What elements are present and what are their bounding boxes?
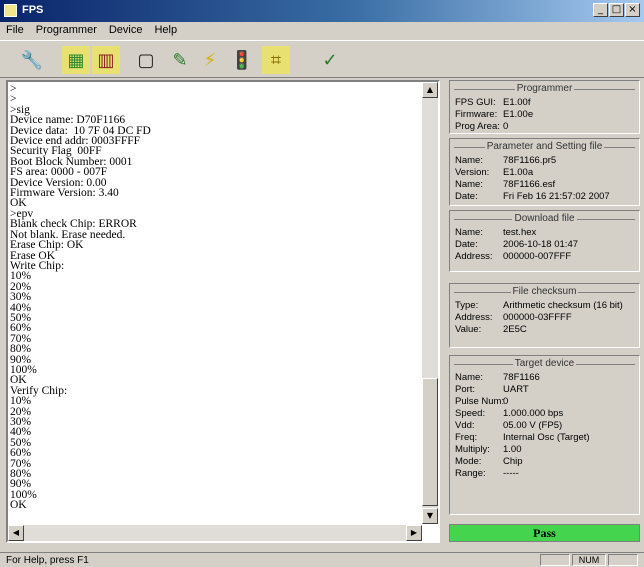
blank-check-icon[interactable]: ▢ — [132, 46, 160, 74]
target-freq-label: Freq: — [455, 432, 478, 443]
target-vdd-value: 05.00 V (FP5) — [503, 420, 563, 431]
console-panel: > > >sig Device name: D70F1166 Device da… — [6, 80, 440, 543]
programmer-panel: Programmer FPS GUI: E1.00f Firmware: E1.00… — [449, 80, 640, 134]
target-mode-value: Chip — [503, 456, 523, 467]
firmware-label: Firmware: — [455, 109, 498, 120]
menu-bar: File Programmer Device Help — [0, 22, 644, 40]
setting-name-label: Name: — [455, 179, 483, 190]
menu-device[interactable]: Device — [103, 22, 149, 40]
scroll-left-icon[interactable]: ◀ — [8, 525, 24, 541]
prog-area-label: Prog Area: — [455, 121, 500, 132]
scroll-right-icon[interactable]: ▶ — [406, 525, 422, 541]
download-address-label: Address: — [455, 251, 493, 262]
target-port-label: Port: — [455, 384, 476, 395]
checksum-address-label: Address: — [455, 312, 493, 323]
param-name-label: Name: — [455, 155, 483, 166]
title-bar: FPS _ □ × — [0, 0, 644, 22]
download-date-value: 2006-10-18 01:47 — [503, 239, 579, 250]
traffic-light-icon[interactable]: 🚦 — [228, 46, 256, 74]
window-title: FPS — [22, 4, 44, 16]
prog-area-value: 0 — [503, 121, 509, 132]
chip-icon[interactable]: ▦ — [62, 46, 90, 74]
result-status-bar: Pass — [449, 524, 640, 542]
status-bar: For Help, press F1 NUM — [0, 552, 644, 567]
program-pen-icon[interactable]: ✎ — [166, 46, 194, 74]
target-speed-value: 1.000.000 bps — [503, 408, 564, 419]
checksum-value-value: 2E5C — [503, 324, 527, 335]
target-speed-label: Speed: — [455, 408, 486, 419]
setting-name-value: 78F1166.esf — [503, 179, 556, 190]
target-title: Target device — [512, 358, 577, 369]
download-panel: Download file Name: test.hex Date: 2006-10… — [449, 210, 640, 272]
scroll-down-icon[interactable]: ▼ — [422, 508, 438, 524]
toolbar: 🔧 ▦ ▥ ▢ ✎ ⚡ 🚦 ⌗ ✓ — [0, 40, 644, 78]
target-range-label: Range: — [455, 468, 486, 479]
checksum-title: File checksum — [510, 286, 579, 297]
programmer-title: Programmer — [514, 83, 575, 94]
target-freq-value: Internal Osc (Target) — [503, 432, 590, 443]
target-range-value: ----- — [503, 468, 519, 479]
verify-icon[interactable]: ✓ — [316, 46, 344, 74]
lightning-icon[interactable]: ⚡ — [196, 46, 224, 74]
param-name-value: 78F1166.pr5 — [503, 155, 557, 166]
download-title: Download file — [512, 213, 577, 224]
firmware-value: E1.00e — [503, 109, 534, 120]
param-date-label: Date: — [455, 191, 478, 202]
target-name-value: 78F1166 — [503, 372, 540, 383]
target-vdd-label: Vdd: — [455, 420, 475, 431]
target-multiply-label: Multiply: — [455, 444, 490, 455]
status-text: For Help, press F1 — [6, 555, 89, 566]
checksum-type-value: Arithmetic checksum (16 bit) — [503, 300, 623, 311]
checksum-value-label: Value: — [455, 324, 482, 335]
app-icon — [4, 4, 17, 17]
param-version-label: Version: — [455, 167, 490, 178]
scroll-thumb[interactable] — [422, 378, 438, 506]
download-name-value: test.hex — [503, 227, 537, 238]
status-cell-empty — [540, 554, 570, 566]
fps-gui-value: E1.00f — [503, 97, 531, 108]
scroll-up-icon[interactable]: ▲ — [422, 82, 438, 98]
vertical-scrollbar[interactable]: ▲ ▼ — [422, 82, 438, 524]
target-pulse-label: Pulse Num: — [455, 396, 505, 407]
download-name-label: Name: — [455, 227, 483, 238]
checksum-type-label: Type: — [455, 300, 479, 311]
menu-help[interactable]: Help — [148, 22, 183, 40]
target-multiply-value: 1.00 — [503, 444, 522, 455]
maximize-button[interactable]: □ — [609, 3, 624, 17]
console-output[interactable]: > > >sig Device name: D70F1166 Device da… — [10, 84, 424, 524]
parameter-panel: Parameter and Setting file Name: 78F1166.… — [449, 138, 640, 206]
status-cell-scroll — [608, 554, 638, 566]
download-date-label: Date: — [455, 239, 478, 250]
target-pulse-value: 0 — [503, 396, 509, 407]
menu-programmer[interactable]: Programmer — [30, 22, 103, 40]
fps-gui-label: FPS GUI: — [455, 97, 496, 108]
close-button[interactable]: × — [625, 3, 640, 17]
param-version-value: E1.00a — [503, 167, 534, 178]
param-date-value: Fri Feb 16 21:57:02 2007 — [503, 191, 610, 202]
target-name-label: Name: — [455, 372, 483, 383]
num-lock-indicator: NUM — [572, 554, 606, 566]
parameter-title: Parameter and Setting file — [484, 141, 605, 152]
target-mode-label: Mode: — [455, 456, 482, 467]
target-panel: Target device Name: 78F1166 Port: UART Pul… — [449, 355, 640, 515]
horizontal-scrollbar[interactable]: ◀ ▶ — [8, 525, 422, 541]
menu-file[interactable]: File — [0, 22, 30, 40]
download-address-value: 000000-007FFF — [503, 251, 572, 262]
binary-icon[interactable]: ▥ — [92, 46, 120, 74]
minimize-button[interactable]: _ — [593, 3, 608, 17]
checksum-address-value: 000000-03FFFF — [503, 312, 572, 323]
checksum-icon[interactable]: ⌗ — [262, 46, 290, 74]
checksum-panel: File checksum Type: Arithmetic checksum (… — [449, 283, 640, 348]
wrench-icon[interactable]: 🔧 — [18, 46, 46, 74]
target-port-value: UART — [503, 384, 529, 395]
